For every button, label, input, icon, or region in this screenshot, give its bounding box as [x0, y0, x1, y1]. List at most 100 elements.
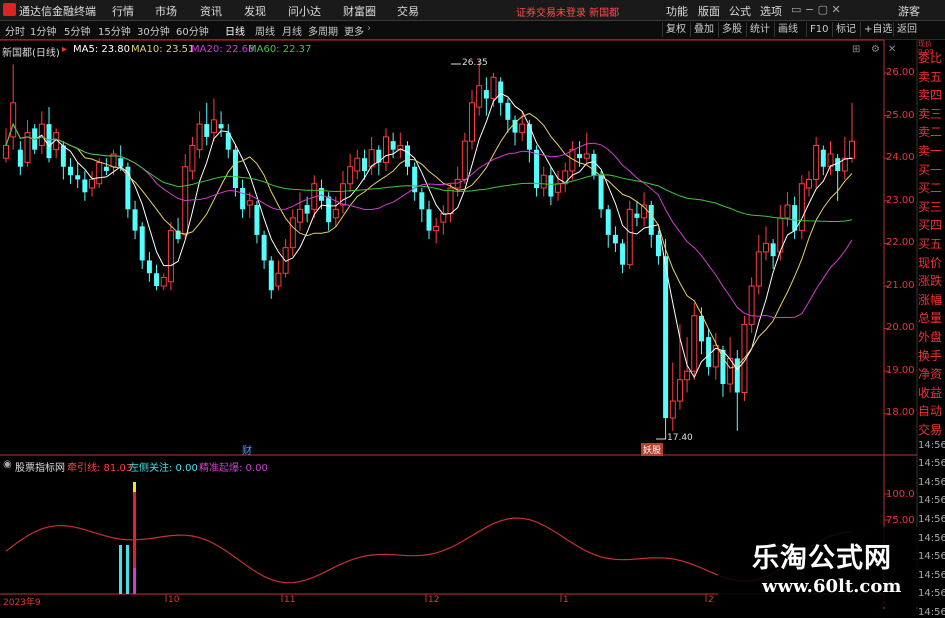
price-axis-label: 22.00 [886, 237, 915, 248]
date-axis-label: 11 [284, 595, 296, 605]
candle-down [505, 102, 511, 120]
candle-up [461, 140, 468, 181]
quote-panel-item: 买一 [918, 162, 943, 177]
quote-panel-item: 14:56 [918, 439, 945, 451]
quote-panel-item: 14:56 [918, 514, 945, 525]
price-axis-label: 20.00 [886, 322, 915, 333]
candle-up [784, 204, 791, 219]
quote-panel-item: 收益 [918, 385, 943, 400]
candle-up [626, 208, 633, 266]
candle-down [483, 90, 489, 99]
candle-up [347, 166, 354, 185]
candle-down [146, 260, 152, 274]
candle-up [691, 315, 698, 372]
candle-down [175, 230, 181, 240]
quote-panel-item: 14:56 [918, 476, 945, 488]
candle-up [849, 140, 855, 159]
precise-breakout-bar [133, 568, 136, 594]
kline-chart[interactable] [0, 0, 945, 609]
date-axis-label: 10 [168, 595, 180, 605]
close-panel-icon[interactable]: ✕ [888, 44, 896, 55]
candle-down [103, 166, 109, 171]
candle-down [46, 124, 52, 159]
candle-up [519, 123, 526, 134]
date-axis-label: 1 [563, 595, 569, 605]
candle-down [426, 209, 432, 231]
indicator-name[interactable]: 股票指标网 [15, 459, 65, 474]
left-focus-bar [126, 545, 129, 594]
candle-up [3, 144, 9, 159]
candle-up [813, 144, 820, 180]
candle-down [835, 158, 841, 171]
candle-up [540, 174, 547, 189]
price-axis-label: 24.00 [886, 152, 915, 163]
quote-panel-item: 净资 [918, 367, 943, 382]
candle-down [419, 192, 425, 210]
candle-up [196, 123, 203, 151]
ma60-label: MA60: 22.37 [248, 44, 312, 55]
quote-panel-item: 买二 [918, 181, 943, 196]
candle-up [210, 119, 217, 134]
candle-down [698, 315, 704, 342]
ma10-label: MA10: 23.51 [131, 44, 195, 55]
candle-up [798, 183, 805, 232]
candle-down [60, 145, 66, 167]
candle-down [534, 149, 540, 189]
candle-up [167, 230, 174, 283]
candle-up [684, 370, 691, 381]
candle-down [204, 124, 210, 137]
ma5-label: MA5: 23.80 [73, 44, 131, 55]
candle-down [770, 243, 776, 257]
candle-up [189, 144, 196, 172]
quote-panel-item[interactable]: 自动 [918, 402, 945, 419]
candle-up [676, 379, 683, 402]
candle-down [17, 149, 23, 167]
candle-up [354, 157, 361, 172]
finance-marker[interactable]: 财 [242, 442, 252, 457]
candle-up [454, 179, 461, 189]
price-axis-label: 26.00 [886, 67, 915, 78]
candle-down [118, 158, 124, 167]
quote-panel-item: 换手 [918, 348, 943, 363]
candle-down [526, 124, 532, 150]
left-focus-label: 左侧关注: 0.00 [129, 463, 198, 474]
quote-panel-item: 委比 [918, 51, 943, 65]
precise-breakout-label: 精准起爆: 0.00 [199, 463, 268, 474]
indicator-toggle-icon[interactable]: ◉ [3, 459, 12, 470]
quote-panel-item[interactable]: 交易 [918, 421, 945, 438]
quote-panel-item: 买三 [918, 199, 943, 214]
high-price-label: 26.35 [462, 58, 488, 68]
candle-down [663, 256, 669, 419]
watermark-url: www.60lt.com [762, 576, 902, 597]
candle-down [232, 149, 238, 189]
date-axis-label: 2 [708, 595, 714, 605]
quote-panel-item: 14:56 [918, 569, 945, 581]
candle-down [548, 175, 554, 197]
indicator-axis-label: 75.00 [886, 515, 915, 526]
candle-down [612, 234, 618, 244]
quote-panel-item: 14:56 [918, 588, 945, 600]
candle-up [476, 85, 483, 108]
candle-down [261, 234, 267, 261]
candle-up [669, 400, 676, 419]
candle-down [254, 205, 260, 235]
settings-icon[interactable]: ⚙ [871, 44, 880, 55]
expand-icon[interactable]: ⊞ [852, 44, 860, 55]
date-axis-label: 2023年9 [3, 598, 41, 608]
candle-up [433, 225, 440, 232]
candle-down [634, 213, 640, 218]
candle-up [447, 187, 454, 215]
price-axis-label: 25.00 [886, 110, 915, 121]
traction-line-label: 牵引线: 81.03 [67, 463, 133, 474]
quote-panel-item: 卖五 [918, 69, 943, 84]
quote-panel-item: 14:56 [918, 551, 945, 563]
demon-stock-badge: 妖股 [641, 443, 664, 456]
candle-up [96, 161, 103, 185]
candle-up [332, 208, 339, 219]
quote-panel-item: 涨幅 [918, 292, 943, 307]
price-axis-label: 23.00 [886, 195, 915, 206]
candle-up [748, 285, 755, 325]
quote-panel-item: 涨跌 [918, 274, 943, 289]
candle-up [382, 136, 389, 163]
candle-up [469, 102, 476, 142]
